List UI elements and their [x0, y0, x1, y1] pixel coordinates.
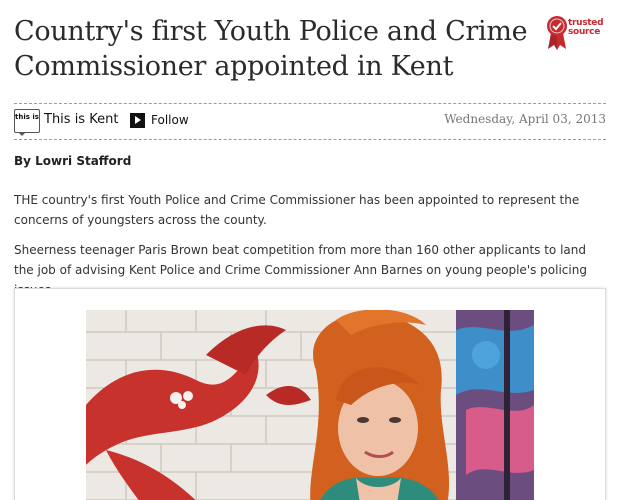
source-name-link[interactable]: This is Kent [44, 112, 118, 128]
trusted-source-badge[interactable]: trusted source [546, 15, 608, 55]
play-icon [130, 112, 145, 128]
article-photo[interactable] [86, 310, 534, 500]
article-headline: Country's first Youth Police and Crime C… [14, 16, 528, 82]
follow-label: Follow [151, 113, 189, 127]
photo-illustration [86, 310, 534, 500]
trusted-source-line2: source [568, 27, 601, 37]
divider-top [14, 103, 606, 104]
trusted-source-text: trusted source [568, 19, 612, 37]
speech-tail-icon [18, 132, 26, 136]
this-is-logo-text: this is [15, 113, 39, 121]
rosette-icon [547, 16, 567, 50]
article-paragraph-1: THE country's first Youth Police and Cri… [14, 193, 580, 227]
this-is-logo[interactable]: this is [14, 109, 40, 136]
divider-bottom [14, 139, 606, 140]
publish-date: Wednesday, April 03, 2013 [444, 112, 606, 126]
follow-button[interactable]: Follow [130, 110, 189, 130]
byline: By Lowri Stafford [14, 154, 132, 168]
